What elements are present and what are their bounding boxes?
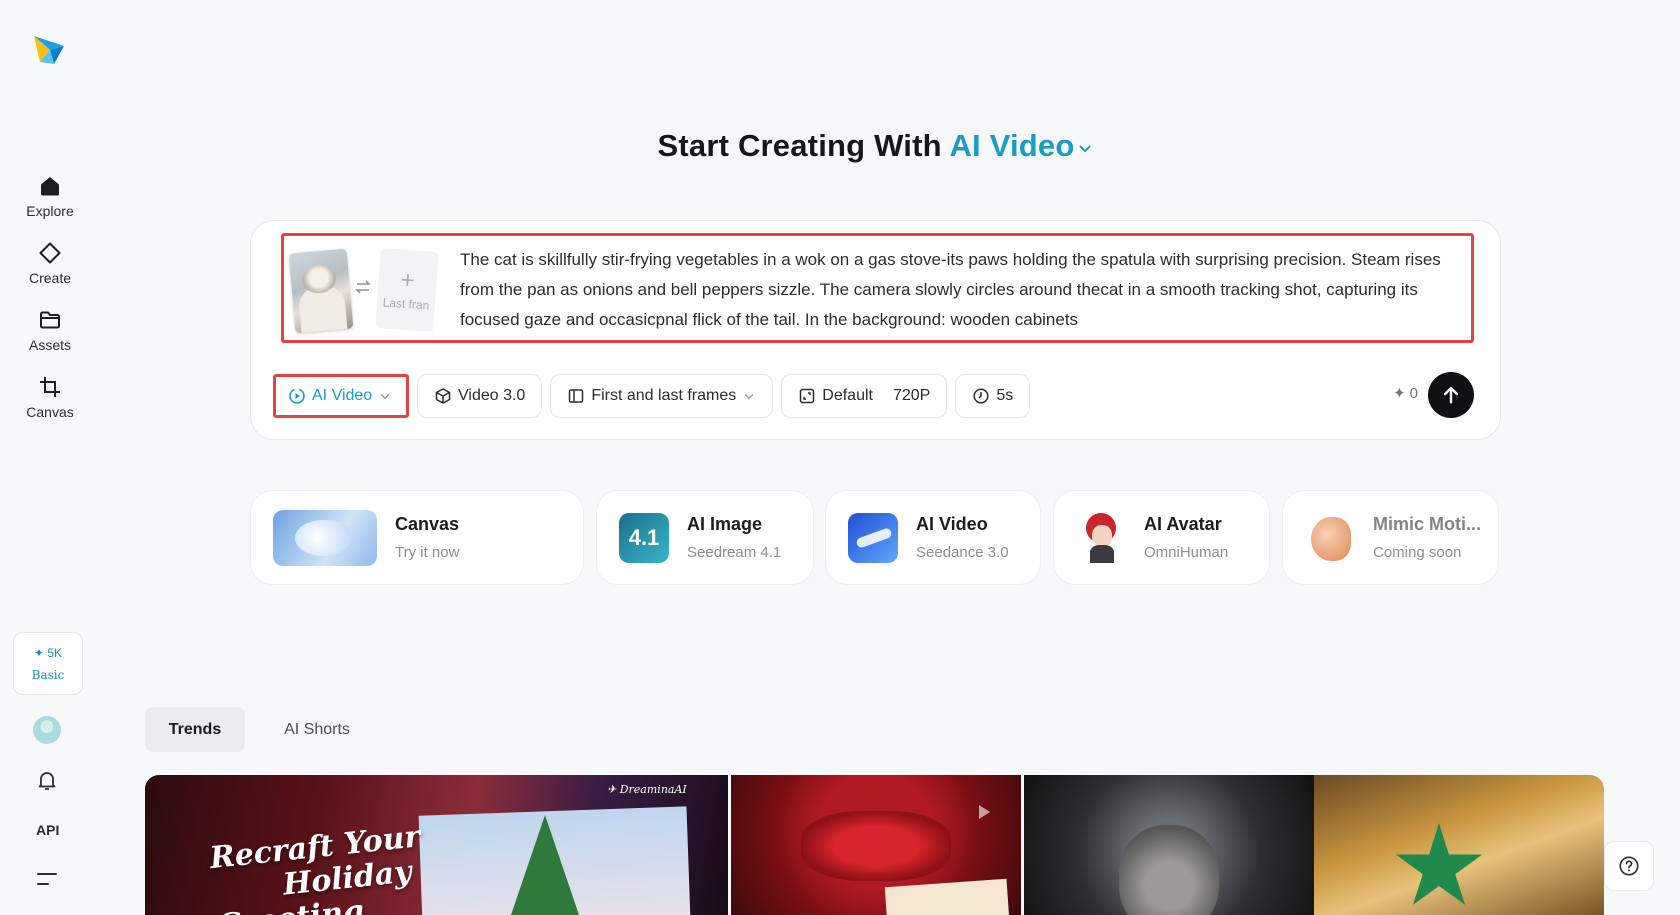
gallery-item[interactable]	[731, 775, 1021, 915]
plus-icon: +	[399, 266, 416, 295]
cube-icon	[435, 388, 451, 404]
credits-cost-value: 0	[1409, 384, 1418, 402]
aspect-ratio-icon	[800, 388, 815, 404]
tool-title: AI Video	[916, 514, 988, 534]
bell-icon[interactable]	[35, 768, 59, 792]
tool-subtitle: OmniHuman	[1144, 544, 1229, 561]
video-play-icon	[289, 388, 305, 404]
sidebar-item-create[interactable]: Create	[10, 233, 90, 293]
tool-info: AI Video Seedance 3.0	[916, 514, 1009, 561]
tool-info: Canvas Try it now	[395, 514, 459, 561]
tool-subtitle: Coming soon	[1373, 544, 1462, 561]
mode-label: AI Video	[312, 387, 373, 404]
api-link[interactable]: API	[36, 822, 59, 838]
play-icon	[979, 805, 990, 819]
tool-card-canvas[interactable]: Canvas Try it now	[250, 490, 584, 585]
ai-image-badge: 4.1	[628, 524, 660, 550]
frames-label: First and last frames	[591, 387, 737, 404]
ratio-resolution-selector[interactable]: Default 720P	[781, 374, 948, 418]
credits-amount: ✦ 5K	[33, 645, 63, 660]
prompt-card: + Last fran The cat is skillfully stir-f…	[250, 220, 1501, 440]
gallery-item[interactable]	[1314, 775, 1604, 915]
chevron-down-icon	[380, 394, 390, 400]
chevron-down-icon	[744, 394, 754, 400]
ai-image-icon: 4.1	[619, 512, 669, 563]
frames-dropdown[interactable]: First and last frames	[550, 374, 774, 418]
duration-label: 5s	[996, 387, 1014, 404]
tool-card-mimic-motion[interactable]: Mimic Moti... Coming soon	[1282, 490, 1499, 585]
ratio-label: Default	[822, 387, 873, 404]
sidebar-item-assets[interactable]: Assets	[10, 300, 90, 360]
tool-title: AI Avatar	[1144, 514, 1222, 534]
tool-info: AI Image Seedream 4.1	[687, 514, 781, 561]
frames-icon	[569, 389, 584, 403]
page-title: Start Creating With AI Video	[0, 128, 1680, 164]
avatar[interactable]	[33, 716, 61, 744]
sparkle-icon: ✦	[1393, 385, 1406, 402]
swap-icon[interactable]	[354, 278, 372, 296]
generation-toolbar: AI Video Video 3.0 First and last frames…	[273, 374, 1031, 418]
sidebar-item-label: Assets	[28, 336, 71, 353]
tool-title: Mimic Moti...	[1373, 514, 1481, 534]
help-button[interactable]	[1604, 841, 1654, 891]
gallery-item[interactable]	[1024, 775, 1314, 915]
first-frame-thumbnail[interactable]	[288, 248, 354, 334]
mimic-motion-icon	[1305, 510, 1355, 565]
chevron-down-icon	[1078, 145, 1091, 153]
ai-video-icon	[848, 512, 898, 563]
home-icon	[41, 176, 59, 195]
plan-label: Basic	[31, 667, 65, 682]
sidebar-item-label: Create	[28, 269, 72, 286]
tool-subtitle: Seedance 3.0	[916, 544, 1009, 561]
page-title-accent: AI Video	[949, 128, 1075, 163]
question-icon	[1619, 856, 1639, 876]
tool-card-ai-video[interactable]: AI Video Seedance 3.0	[825, 490, 1041, 585]
sidebar-item-explore[interactable]: Explore	[10, 166, 90, 226]
tool-title: Canvas	[395, 514, 460, 534]
prompt-area: + Last fran The cat is skillfully stir-f…	[281, 233, 1474, 343]
diamond-icon	[39, 242, 61, 263]
arrow-up-icon	[1443, 386, 1459, 404]
credits-cost: ✦ 0	[1393, 384, 1418, 403]
tool-info: Mimic Moti... Coming soon	[1373, 514, 1481, 561]
sidebar-item-canvas[interactable]: Canvas	[10, 367, 90, 427]
credits-badge[interactable]: ✦ 5K Basic	[13, 632, 83, 695]
tool-subtitle: Try it now	[395, 544, 460, 561]
sidebar-item-label: Canvas	[26, 403, 74, 420]
model-label: Video 3.0	[458, 387, 526, 404]
page-title-prefix: Start Creating With	[657, 128, 942, 163]
gallery-brand-watermark: ✈ DreaminaAI	[607, 783, 687, 796]
generate-button[interactable]	[1428, 372, 1474, 418]
sidebar-item-label: Explore	[26, 202, 74, 219]
gallery-item-caption: Recraft Your Holiday Greeting	[208, 819, 429, 915]
menu-icon[interactable]	[36, 870, 58, 888]
tab-ai-shorts[interactable]: AI Shorts	[266, 707, 368, 752]
last-frame-upload[interactable]: + Last fran	[375, 248, 439, 332]
tool-subtitle: Seedream 4.1	[687, 544, 782, 561]
mode-dropdown[interactable]: AI Video	[273, 374, 409, 418]
gallery-item[interactable]: Recraft Your Holiday Greeting ✈ Dreamina…	[145, 775, 728, 915]
credits-amount-value: 5K	[47, 645, 63, 660]
tool-title: AI Image	[687, 514, 763, 534]
tool-card-ai-avatar[interactable]: AI Avatar OmniHuman	[1053, 490, 1270, 585]
clock-icon	[973, 388, 989, 404]
tool-info: AI Avatar OmniHuman	[1144, 514, 1228, 561]
last-frame-label: Last fran	[382, 295, 430, 313]
folder-icon	[40, 311, 60, 328]
model-selector[interactable]: Video 3.0	[417, 374, 543, 418]
crop-icon	[40, 376, 60, 397]
brand-text: DreaminaAI	[619, 783, 687, 796]
duration-selector[interactable]: 5s	[955, 374, 1031, 418]
dreamina-logo-icon[interactable]	[32, 32, 66, 66]
prompt-input[interactable]: The cat is skillfully stir-frying vegeta…	[460, 245, 1460, 335]
page-title-mode-selector[interactable]: AI Video	[949, 128, 1092, 163]
pegasus-thumbnail	[273, 509, 377, 566]
tool-card-ai-image[interactable]: 4.1 AI Image Seedream 4.1	[596, 490, 814, 585]
avatar-character-icon	[1076, 510, 1126, 565]
tab-trends[interactable]: Trends	[145, 707, 245, 752]
resolution-label: 720P	[892, 387, 931, 404]
